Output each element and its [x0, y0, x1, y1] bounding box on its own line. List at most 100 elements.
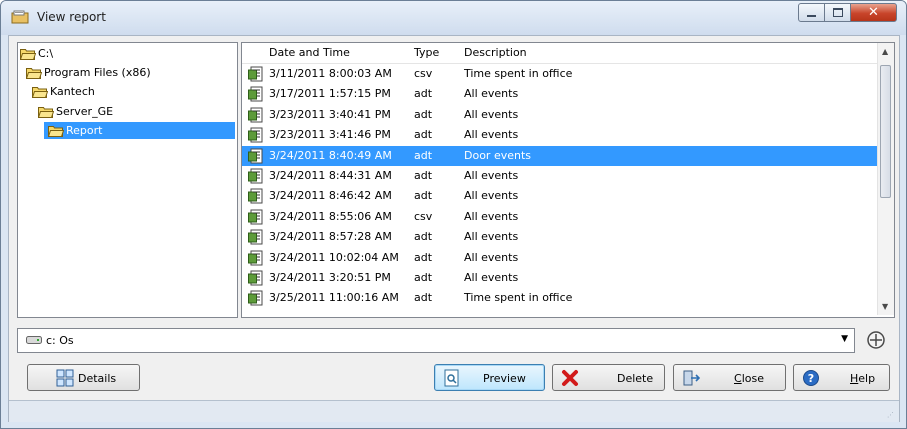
scrollbar-thumb[interactable] — [880, 65, 891, 198]
cell-type: adt — [414, 291, 433, 305]
drive-select[interactable]: c: Os ▼ — [17, 328, 855, 353]
cell-type: csv — [414, 209, 433, 223]
table-row[interactable]: 3/24/2011 3:20:51 PM adt All events — [242, 268, 878, 288]
report-file-icon — [248, 209, 264, 225]
details-label: Details — [78, 372, 117, 385]
cell-datetime: 3/24/2011 8:44:31 AM — [269, 169, 392, 182]
delete-button[interactable]: Delete — [552, 364, 665, 391]
dropdown-arrow-icon[interactable]: ▼ — [841, 334, 848, 344]
tree-item-label: Kantech — [50, 85, 95, 98]
preview-button[interactable]: Preview — [434, 364, 545, 391]
cell-datetime: 3/11/2011 8:00:03 AM — [269, 67, 392, 80]
tree-item-c-drive[interactable]: C:\ — [20, 45, 53, 62]
report-file-icon — [248, 127, 264, 143]
column-header-date[interactable]: Date and Time — [269, 46, 350, 59]
cell-type: adt — [414, 128, 433, 142]
client-area: C:\ Program Files (x86) Kantech Server_G… — [8, 35, 900, 422]
cell-type: csv — [414, 67, 433, 80]
column-header-type[interactable]: Type — [414, 46, 439, 59]
cell-description: All events — [464, 250, 519, 264]
table-row[interactable]: 3/17/2011 1:57:15 PM adt All events — [242, 84, 878, 104]
cell-type: adt — [414, 250, 433, 264]
delete-label: Delete — [617, 372, 654, 385]
cell-datetime: 3/23/2011 3:41:46 PM — [269, 128, 391, 142]
cell-datetime: 3/24/2011 3:20:51 PM — [269, 271, 391, 284]
close-label: Close — [734, 372, 764, 385]
table-row[interactable]: 3/24/2011 8:57:28 AM adt All events — [242, 227, 878, 247]
details-grid-icon — [56, 369, 74, 387]
cell-type: adt — [414, 107, 433, 121]
folder-tree[interactable]: C:\ Program Files (x86) Kantech Server_G… — [17, 42, 238, 318]
help-button[interactable]: ? Help — [793, 364, 890, 391]
exit-door-icon — [682, 369, 701, 387]
status-bar: ⋰ — [9, 400, 899, 422]
drive-icon — [26, 335, 42, 345]
scroll-up-arrow-icon[interactable]: ▲ — [882, 47, 888, 56]
cell-type: adt — [414, 271, 433, 284]
report-file-icon — [248, 250, 264, 266]
report-file-icon — [248, 86, 264, 102]
cell-type: adt — [414, 169, 433, 182]
tree-item-server-ge[interactable]: Server_GE — [38, 103, 113, 120]
report-file-icon — [248, 188, 264, 204]
report-file-icon — [248, 290, 264, 306]
report-app-icon — [11, 10, 29, 24]
cell-type: adt — [414, 189, 433, 203]
cell-description: Door events — [464, 148, 532, 162]
cell-type: adt — [414, 87, 433, 101]
tree-item-label: C:\ — [38, 47, 54, 60]
help-icon: ? — [802, 369, 820, 387]
table-row[interactable]: 3/23/2011 3:41:46 PM adt All events — [242, 125, 878, 145]
tree-item-program-files[interactable]: Program Files (x86) — [26, 64, 151, 81]
folder-open-icon — [38, 106, 54, 118]
vertical-scrollbar[interactable]: ▲ ▼ — [877, 43, 894, 315]
maximize-icon — [832, 8, 843, 17]
table-row[interactable]: 3/24/2011 8:40:49 AM adt Door events — [242, 145, 878, 166]
folder-open-icon — [48, 125, 64, 137]
close-button[interactable]: Close — [673, 364, 786, 391]
minimize-icon — [807, 14, 816, 17]
report-file-icon — [248, 270, 264, 286]
help-label: Help — [850, 372, 875, 385]
table-row[interactable]: 3/25/2011 11:00:16 AM adt Time spent in of… — [242, 288, 878, 308]
table-row[interactable]: 3/24/2011 8:44:31 AM adt All events — [242, 166, 878, 186]
minimize-button[interactable] — [798, 3, 825, 22]
view-report-window: View report ✕ C:\ Program Files (x86) Ka… — [0, 0, 907, 429]
column-header-description[interactable]: Description — [464, 46, 527, 59]
drive-select-value: c: Os — [46, 334, 74, 347]
report-list[interactable]: Date and Time Type Description 3/11/2011… — [241, 42, 895, 318]
close-label-rest: lose — [741, 372, 764, 385]
report-file-icon — [248, 168, 264, 184]
cell-datetime: 3/25/2011 11:00:16 AM — [269, 291, 399, 305]
cell-type: adt — [414, 148, 433, 162]
cell-datetime: 3/23/2011 3:40:41 PM — [269, 107, 391, 121]
cell-description: Time spent in office — [464, 291, 573, 305]
report-file-icon — [248, 107, 264, 123]
table-row[interactable]: 3/24/2011 8:46:42 AM adt All events — [242, 186, 878, 206]
preview-label: Preview — [483, 372, 526, 385]
tree-item-label: Program Files (x86) — [44, 66, 151, 79]
cell-description: All events — [464, 271, 519, 284]
close-window-button[interactable]: ✕ — [850, 3, 897, 22]
cell-datetime: 3/17/2011 1:57:15 PM — [269, 87, 391, 101]
tree-item-kantech[interactable]: Kantech — [32, 83, 95, 100]
tree-item-report[interactable]: Report — [44, 122, 235, 139]
cell-datetime: 3/24/2011 8:46:42 AM — [269, 189, 392, 203]
list-header: Date and Time Type Description — [242, 43, 878, 64]
refresh-icon — [867, 331, 885, 349]
details-button[interactable]: Details — [27, 364, 140, 391]
maximize-button[interactable] — [824, 3, 851, 22]
scroll-down-arrow-icon[interactable]: ▼ — [882, 302, 888, 311]
cell-datetime: 3/24/2011 8:57:28 AM — [269, 230, 392, 244]
cell-description: Time spent in office — [464, 67, 573, 80]
folder-open-icon — [20, 48, 36, 60]
resize-grip-icon[interactable]: ⋰ — [887, 411, 895, 419]
table-row[interactable]: 3/23/2011 3:40:41 PM adt All events — [242, 105, 878, 125]
table-row[interactable]: 3/11/2011 8:00:03 AM csv Time spent in off… — [242, 64, 878, 84]
table-row[interactable]: 3/24/2011 8:55:06 AM csv All events — [242, 207, 878, 227]
cell-datetime: 3/24/2011 10:02:04 AM — [269, 250, 399, 264]
refresh-button[interactable] — [862, 328, 890, 352]
window-title: View report — [37, 10, 106, 24]
table-row[interactable]: 3/24/2011 10:02:04 AM adt All events — [242, 248, 878, 268]
title-bar[interactable]: View report ✕ — [1, 1, 906, 35]
